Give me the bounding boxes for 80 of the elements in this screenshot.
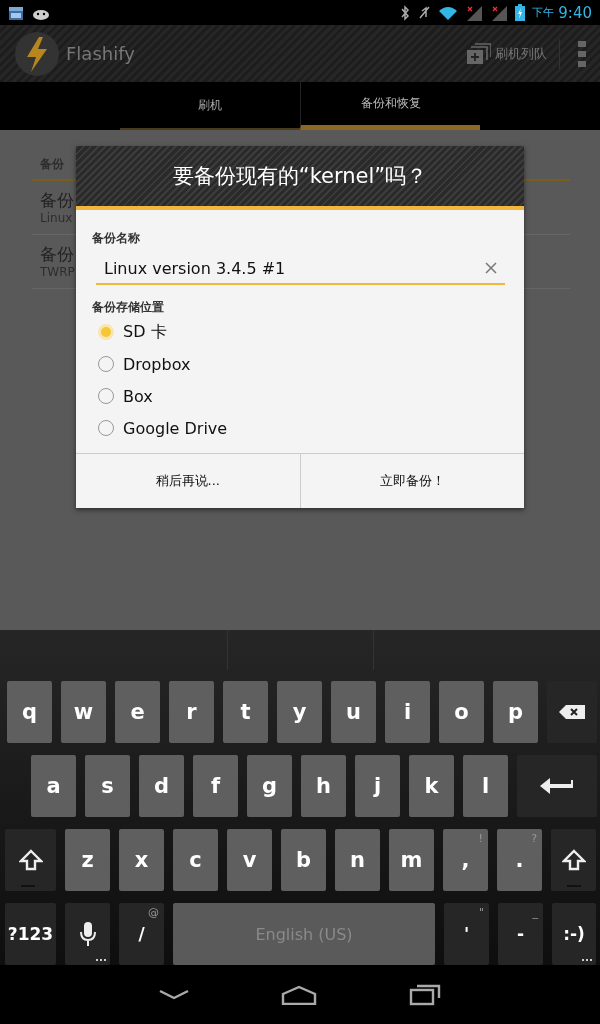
key[interactable]: v bbox=[227, 829, 272, 891]
field-label: 备份存储位置 bbox=[92, 299, 165, 316]
radio-button[interactable] bbox=[98, 356, 114, 372]
enter-icon bbox=[540, 777, 574, 795]
key[interactable]: c bbox=[173, 829, 218, 891]
key[interactable]: g bbox=[247, 755, 292, 817]
key[interactable]: y bbox=[277, 681, 322, 743]
key[interactable]: l bbox=[463, 755, 508, 817]
key[interactable]: p bbox=[493, 681, 538, 743]
name-field[interactable]: Linux version 3.4.5 #1 bbox=[96, 253, 505, 285]
key[interactable]: z bbox=[65, 829, 110, 891]
key[interactable]: ?123 bbox=[5, 903, 56, 965]
radio-option[interactable]: Google Drive bbox=[92, 412, 505, 444]
key[interactable]: :-) bbox=[552, 903, 596, 965]
key-hint: " bbox=[478, 906, 484, 919]
key[interactable]: j bbox=[355, 755, 400, 817]
clock-period: 下午 bbox=[532, 5, 555, 20]
key[interactable]: a bbox=[31, 755, 76, 817]
key-hint: @ bbox=[148, 906, 159, 919]
key-hint: ! bbox=[478, 832, 483, 845]
key[interactable]: e bbox=[115, 681, 160, 743]
recents-icon[interactable] bbox=[409, 983, 441, 1006]
key[interactable] bbox=[5, 829, 56, 891]
backspace-icon bbox=[559, 704, 585, 720]
radio-option[interactable]: SD 卡 bbox=[92, 316, 505, 348]
key[interactable]: s bbox=[85, 755, 130, 817]
bluetooth-icon bbox=[400, 4, 411, 21]
shift-icon bbox=[561, 849, 586, 871]
radio-option[interactable]: Dropbox bbox=[92, 348, 505, 380]
signal-icon bbox=[490, 4, 509, 21]
key[interactable]: w bbox=[61, 681, 106, 743]
key[interactable]: . ? bbox=[497, 829, 542, 891]
key[interactable]: q bbox=[7, 681, 52, 743]
stacked-cards-icon bbox=[467, 42, 491, 65]
key[interactable]: f bbox=[193, 755, 238, 817]
key[interactable] bbox=[551, 829, 596, 891]
signal-icon bbox=[465, 4, 484, 21]
key[interactable]: ' " bbox=[444, 903, 489, 965]
microphone-icon bbox=[79, 922, 96, 946]
key[interactable]: b bbox=[281, 829, 326, 891]
tab[interactable]: 备份和恢复 bbox=[300, 82, 480, 130]
dialog-button[interactable]: 立即备份！ bbox=[299, 454, 524, 508]
key[interactable]: i bbox=[385, 681, 430, 743]
key[interactable]: o bbox=[439, 681, 484, 743]
key[interactable]: d bbox=[139, 755, 184, 817]
key[interactable] bbox=[547, 681, 597, 743]
clear-icon[interactable] bbox=[485, 262, 497, 274]
key[interactable]: t bbox=[223, 681, 268, 743]
key-hint: ? bbox=[531, 832, 537, 845]
field-label: 备份名称 bbox=[92, 230, 141, 247]
key[interactable]: m bbox=[389, 829, 434, 891]
home-icon[interactable] bbox=[281, 984, 317, 1005]
shift-icon bbox=[18, 849, 43, 871]
battery-icon bbox=[515, 4, 526, 21]
radio-button[interactable] bbox=[98, 420, 114, 436]
key[interactable]: h bbox=[301, 755, 346, 817]
key-hint: _ bbox=[532, 906, 538, 919]
muted-icon bbox=[417, 4, 432, 21]
key[interactable]: - _ bbox=[498, 903, 543, 965]
overflow-menu-icon[interactable] bbox=[578, 38, 586, 69]
wifi-icon bbox=[438, 4, 459, 21]
key[interactable]: n bbox=[335, 829, 380, 891]
key[interactable]: x bbox=[119, 829, 164, 891]
radio-button[interactable] bbox=[98, 388, 114, 404]
dialog-title: 要备份现有的“kernel”吗？ bbox=[76, 146, 524, 210]
queue-button[interactable]: 刷机列队 bbox=[455, 38, 560, 69]
key[interactable]: u bbox=[331, 681, 376, 743]
key[interactable] bbox=[517, 755, 597, 817]
back-chevron-icon[interactable] bbox=[159, 988, 189, 1001]
clock-time: 9:40 bbox=[558, 3, 592, 22]
app-title: Flashify bbox=[66, 43, 136, 64]
key[interactable]: k bbox=[409, 755, 454, 817]
key[interactable] bbox=[65, 903, 110, 965]
key[interactable]: r bbox=[169, 681, 214, 743]
lightning-logo-icon bbox=[15, 31, 59, 76]
dialog-button[interactable]: 稍后再说... bbox=[76, 454, 300, 508]
calendar-icon bbox=[8, 4, 24, 21]
key[interactable]: / @ bbox=[119, 903, 164, 965]
key[interactable]: , ! bbox=[443, 829, 488, 891]
radio-option[interactable]: Box bbox=[92, 380, 505, 412]
